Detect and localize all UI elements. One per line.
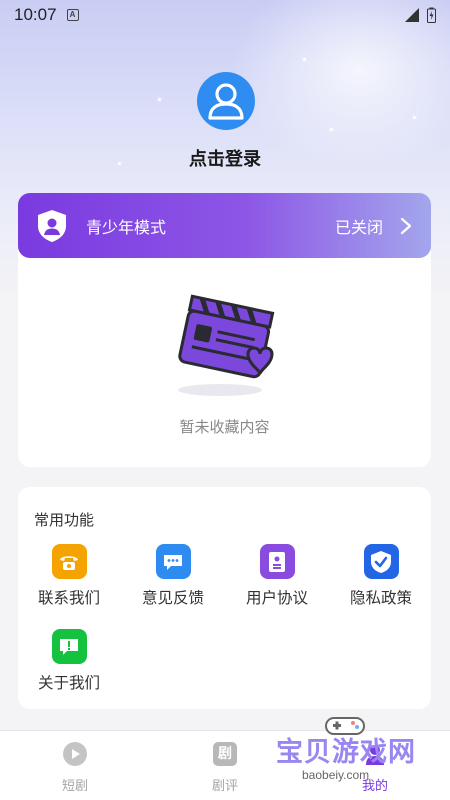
play-icon [61,741,89,767]
star [158,98,161,101]
star [303,58,306,61]
shield-check-icon [363,544,399,579]
youth-mode-banner[interactable]: 青少年模式 已关闭 [18,193,431,258]
chevron-right-icon [400,217,412,234]
signal-icon [405,8,419,22]
feedback-label: 意见反馈 [141,589,204,607]
watermark: 宝贝游戏网 baobeiy.com [272,712,447,800]
about-us-label: 关于我们 [37,674,100,692]
clapperboard-icon [178,294,275,396]
shield-user-icon [38,209,66,242]
star [413,116,416,119]
tab-short-drama-label: 短剧 [61,779,88,794]
info-bubble-icon [51,629,87,664]
feedback-item[interactable]: 意见反馈 [130,544,216,608]
common-functions-title: 常用功能 [34,511,95,529]
youth-mode-title: 青少年模式 [86,217,167,237]
battery-icon [427,7,436,23]
document-icon [259,544,295,579]
watermark-text: 宝贝游戏网 [276,737,416,768]
contact-us-label: 联系我们 [37,589,100,607]
tab-review-label: 剧评 [211,779,238,794]
review-icon: 剧 [211,741,239,767]
tab-short-drama[interactable]: 短剧 [45,741,105,794]
common-functions-card: 常用功能 联系我们 意见反馈 用户协议 隐私政策 关于我们 [18,487,431,709]
review-icon-glyph: 剧 [213,742,237,766]
favorites-card: 暂未收藏内容 [18,250,431,467]
status-bar: 10:07 A [0,0,450,30]
user-avatar[interactable] [197,72,255,130]
privacy-policy-label: 隐私政策 [349,589,412,607]
contact-us-item[interactable]: 联系我们 [26,544,112,608]
user-agreement-label: 用户协议 [245,589,308,607]
chat-icon [155,544,191,579]
phone-icon [51,544,87,579]
notification-badge: A [66,9,79,21]
watermark-url: baobeiy.com [302,768,370,782]
star [330,128,333,131]
user-agreement-item[interactable]: 用户协议 [234,544,320,608]
about-us-item[interactable]: 关于我们 [26,629,112,693]
favorites-empty-text: 暂未收藏内容 [179,418,270,436]
tab-review[interactable]: 剧 剧评 [195,741,255,794]
login-link[interactable]: 点击登录 [0,145,450,171]
privacy-policy-item[interactable]: 隐私政策 [338,544,424,608]
user-icon [208,83,244,120]
youth-mode-status: 已关闭 [334,217,383,237]
status-time: 10:07 [14,5,57,24]
